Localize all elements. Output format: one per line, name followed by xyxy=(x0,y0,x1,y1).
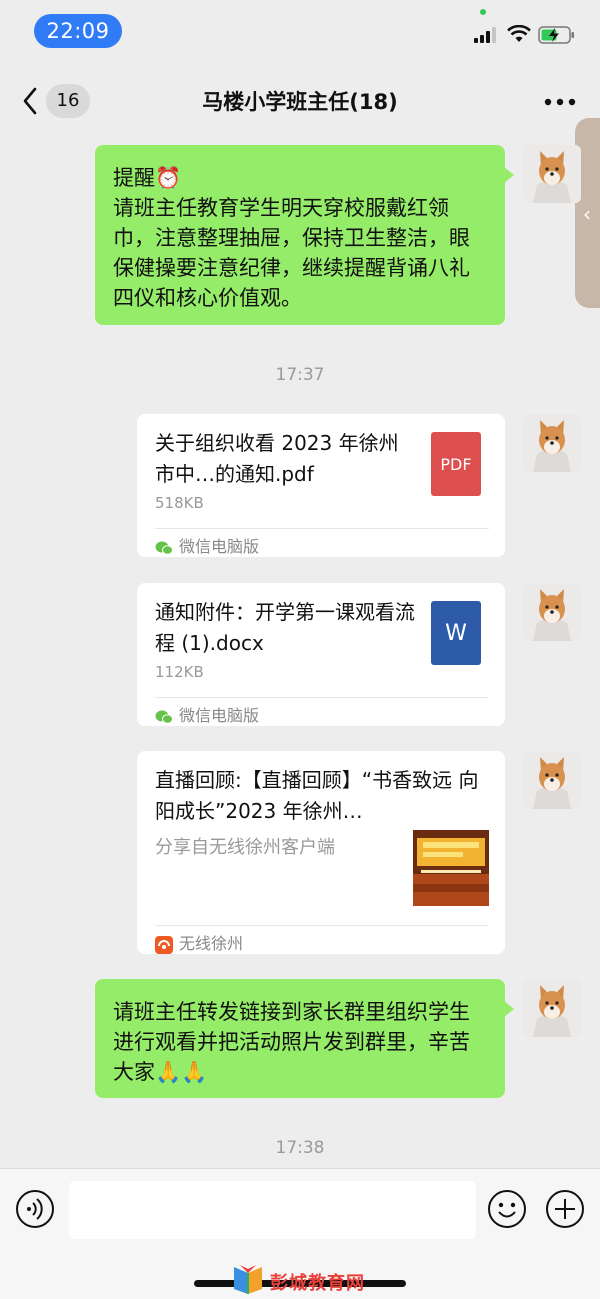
status-bar: 22:09 xyxy=(0,0,600,66)
source-label: 微信电脑版 xyxy=(179,537,260,556)
card-source: 无线徐州 xyxy=(155,930,243,954)
chat-title: 马楼小学班主任(18) xyxy=(202,90,398,114)
watermark-text: 彭城教育网 xyxy=(270,1273,365,1294)
message-text: 请班主任转发链接到家长群里组织学生进行观看并把活动照片发到群里，辛苦大家🙏🙏 xyxy=(113,1000,470,1084)
file-message-card[interactable]: 关于组织收看 2023 年徐州市中…的通知.pdf 518KB PDF 微信电脑… xyxy=(137,414,505,557)
file-name: 关于组织收看 2023 年徐州市中…的通知.pdf xyxy=(155,431,399,486)
watermark: 彭城教育网 xyxy=(230,1265,364,1299)
more-functions-plus-icon[interactable] xyxy=(545,1189,585,1229)
wifi-icon xyxy=(507,25,531,42)
divider xyxy=(155,697,489,698)
voice-input-icon[interactable] xyxy=(15,1189,55,1229)
shiba-dog-avatar-icon xyxy=(523,414,581,472)
avatar[interactable] xyxy=(523,583,581,641)
word-icon: W xyxy=(431,601,481,665)
link-message-card[interactable]: 直播回顾:【直播回顾】“书香致远 向阳成长”2023 年徐州… 分享自无线徐州客… xyxy=(137,751,505,954)
text-message-bubble[interactable]: 请班主任转发链接到家长群里组织学生进行观看并把活动照片发到群里，辛苦大家🙏🙏 xyxy=(95,979,514,1098)
avatar[interactable] xyxy=(523,145,581,203)
card-source: 微信电脑版 xyxy=(155,533,259,557)
timestamp: 17:37 xyxy=(275,365,325,385)
avatar[interactable] xyxy=(523,979,581,1037)
file-name: 通知附件：开学第一课观看流程 (1).docx xyxy=(155,600,415,655)
pdf-icon: PDF xyxy=(431,432,481,496)
avatar[interactable] xyxy=(523,751,581,809)
shiba-dog-avatar-icon xyxy=(523,979,581,1037)
more-options-icon[interactable] xyxy=(544,98,576,106)
link-title: 直播回顾:【直播回顾】“书香致远 向阳成长”2023 年徐州… xyxy=(155,768,479,823)
chat-header: 马楼小学班主任(18) 16 xyxy=(0,66,600,136)
file-size: 518KB xyxy=(155,494,204,512)
file-message-card[interactable]: 通知附件：开学第一课观看流程 (1).docx 112KB W 微信电脑版 xyxy=(137,583,505,726)
source-label: 无线徐州 xyxy=(179,934,244,953)
emoji-icon[interactable] xyxy=(487,1189,527,1229)
divider xyxy=(155,528,489,529)
link-thumbnail xyxy=(413,830,489,906)
wuxian-xuzhou-logo-icon xyxy=(155,935,173,954)
status-time: 22:09 xyxy=(34,14,122,48)
text-message-bubble[interactable]: 提醒⏰ 请班主任教育学生明天穿校服戴红领巾，注意整理抽屉，保持卫生整洁，眼保健操… xyxy=(95,145,514,325)
back-chevron-icon[interactable] xyxy=(22,86,38,116)
input-bar: 彭城教育网 xyxy=(0,1168,600,1299)
wechat-logo-icon xyxy=(155,541,173,555)
timestamp: 17:38 xyxy=(275,1138,325,1158)
shiba-dog-avatar-icon xyxy=(523,583,581,641)
wechat-logo-icon xyxy=(155,710,173,724)
shiba-dog-avatar-icon xyxy=(523,145,581,203)
unread-count-badge[interactable]: 16 xyxy=(46,84,90,118)
card-source: 微信电脑版 xyxy=(155,702,259,726)
shiba-dog-avatar-icon xyxy=(523,751,581,809)
book-logo-icon xyxy=(234,1265,262,1294)
message-heading: 提醒⏰ xyxy=(113,166,182,190)
source-label: 微信电脑版 xyxy=(179,706,260,725)
message-text: 请班主任教育学生明天穿校服戴红领巾，注意整理抽屉，保持卫生整洁，眼保健操要注意纪… xyxy=(113,196,470,310)
battery-charging-icon xyxy=(538,26,574,44)
avatar[interactable] xyxy=(523,414,581,472)
chevron-left-icon: ‹ xyxy=(583,202,591,226)
privacy-dot-icon xyxy=(480,9,486,15)
divider xyxy=(155,925,489,926)
link-description: 分享自无线徐州客户端 xyxy=(155,837,335,858)
cellular-signal-icon xyxy=(474,27,496,43)
file-size: 112KB xyxy=(155,663,204,681)
message-input[interactable] xyxy=(69,1181,476,1239)
